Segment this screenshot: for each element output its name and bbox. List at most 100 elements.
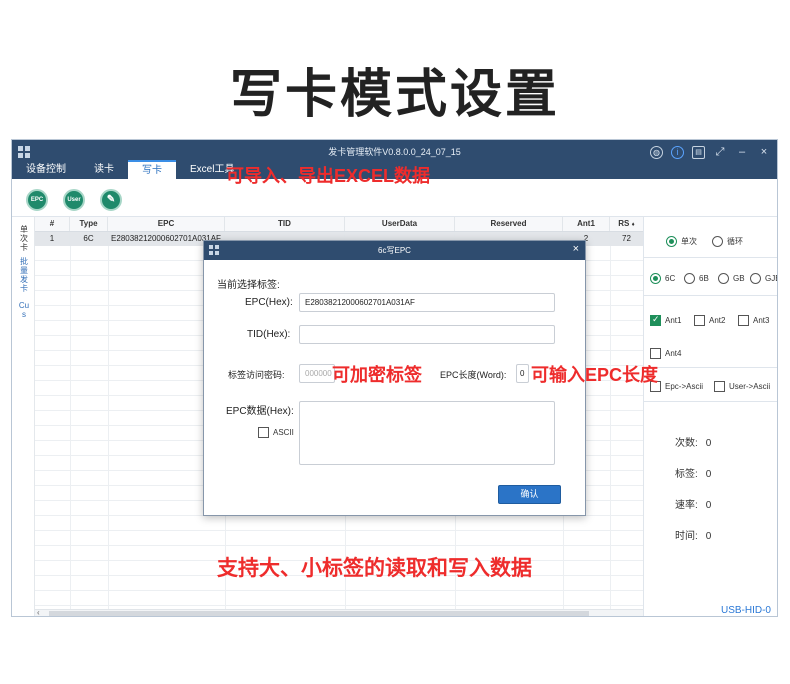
info-icon[interactable]: i	[671, 145, 684, 159]
ant1-label: Ant1	[665, 316, 682, 325]
protocol-6c-label: 6C	[665, 274, 676, 283]
col-userdata[interactable]: UserData	[345, 217, 455, 231]
stat-time-value: 0	[705, 531, 712, 542]
epc-data-textarea[interactable]	[299, 401, 555, 465]
stat-tags: 标签: 0	[675, 465, 711, 480]
protocol-6c[interactable]: 6C	[650, 273, 675, 284]
mode-loop-label: 循环	[727, 237, 743, 246]
tab-read-card[interactable]: 读卡	[80, 160, 128, 179]
col-epc[interactable]: EPC	[108, 217, 225, 231]
col-tid[interactable]: TID	[225, 217, 345, 231]
ant2-option[interactable]: Ant2	[694, 315, 725, 326]
document-icon[interactable]: ▤	[692, 145, 705, 159]
title-bar: 发卡管理软件V0.8.0.0_24_07_15 ◍ i ▤ ⤢ – × 设备控制…	[12, 140, 777, 186]
globe-icon[interactable]: ◍	[650, 145, 663, 159]
row-rs: 72	[622, 234, 631, 243]
stat-count-value: 0	[705, 438, 712, 449]
epc-ascii-label: Epc->Ascii	[665, 382, 704, 391]
epc-data-label: EPC数据(Hex):	[226, 406, 294, 417]
ant2-label: Ant2	[709, 316, 726, 325]
stat-count-label: 次数:	[675, 438, 698, 449]
ant4-option[interactable]: Ant4	[650, 348, 681, 359]
stat-tags-label: 标签:	[675, 469, 698, 480]
protocol-gb[interactable]: GB	[718, 273, 745, 284]
mode-loop[interactable]: 循环	[712, 236, 743, 247]
col-rs-label: RS	[618, 219, 630, 228]
right-panel: 单次 循环 6C 6B GB GJB Ant1 Ant2 Ant3 Ant4	[643, 217, 777, 616]
col-index[interactable]: #	[35, 217, 70, 231]
dialog-close-icon[interactable]: ×	[573, 243, 579, 255]
user-ascii-label: User->Ascii	[729, 382, 771, 391]
radio-loop[interactable]	[712, 236, 723, 247]
ant2-checkbox[interactable]	[694, 315, 705, 326]
pen-icon[interactable]: ✎	[100, 189, 122, 211]
tab-device-control[interactable]: 设备控制	[12, 160, 80, 179]
stat-rate-label: 速率:	[675, 500, 698, 511]
ascii-label: ASCII	[273, 428, 294, 437]
radio-6b[interactable]	[684, 273, 695, 284]
side-tab-single[interactable]: 单次卡	[18, 225, 30, 252]
side-tab-batch[interactable]: 批量发卡	[18, 257, 30, 293]
close-icon[interactable]: ×	[757, 145, 771, 159]
protocol-6b-label: 6B	[699, 274, 709, 283]
current-tag-label: 当前选择标签:	[217, 280, 280, 291]
stat-count: 次数: 0	[675, 434, 711, 449]
protocol-gb-label: GB	[733, 274, 745, 283]
annotation-encrypt: 可加密标签	[332, 365, 422, 385]
grid-vline	[70, 217, 71, 609]
stat-rate: 速率: 0	[675, 496, 711, 511]
grid-vline	[108, 217, 109, 609]
col-type[interactable]: Type	[70, 217, 108, 231]
tab-write-card[interactable]: 写卡	[128, 160, 176, 179]
epc-length-input[interactable]: 0	[516, 364, 529, 383]
ant3-checkbox[interactable]	[738, 315, 749, 326]
main-tabs: 设备控制 读卡 写卡 Excel工具	[12, 160, 248, 179]
horizontal-scrollbar[interactable]: ‹	[35, 608, 643, 616]
epc-length-label: EPC长度(Word):	[440, 370, 507, 380]
ant1-checkbox[interactable]	[650, 314, 661, 326]
radio-gb[interactable]	[718, 273, 729, 284]
col-rs[interactable]: RS ♦	[610, 217, 643, 231]
confirm-button[interactable]: 确认	[498, 485, 561, 504]
ant3-option[interactable]: Ant3	[738, 315, 769, 326]
user-ascii-option[interactable]: User->Ascii	[714, 381, 770, 392]
ant1-option[interactable]: Ant1	[650, 314, 682, 326]
radio-gjb[interactable]	[750, 273, 761, 284]
sort-indicator-icon: ♦	[631, 222, 635, 228]
app-window: 发卡管理软件V0.8.0.0_24_07_15 ◍ i ▤ ⤢ – × 设备控制…	[11, 139, 778, 617]
side-tab-cus[interactable]: Cus	[18, 301, 30, 319]
user-write-icon[interactable]: User	[63, 189, 85, 211]
dialog-title: 6c写EPC	[378, 246, 411, 255]
radio-6c[interactable]	[650, 273, 661, 284]
epc-write-icon[interactable]: EPC	[26, 189, 48, 211]
table-header: # Type EPC TID UserData Reserved Ant1 RS…	[35, 217, 643, 232]
divider	[644, 401, 777, 402]
stat-rate-value: 0	[705, 500, 712, 511]
minimize-icon[interactable]: –	[735, 145, 749, 159]
expand-icon[interactable]: ⤢	[713, 145, 727, 159]
col-ant1[interactable]: Ant1	[563, 217, 610, 231]
access-password-label: 标签访问密码:	[228, 370, 285, 380]
access-password-input[interactable]: 000000	[299, 364, 335, 383]
divider	[644, 257, 777, 258]
tid-hex-label: TID(Hex):	[247, 329, 291, 340]
connection-status: USB-HID-0	[720, 605, 771, 616]
user-ascii-checkbox[interactable]	[714, 381, 725, 392]
ant3-label: Ant3	[753, 316, 770, 325]
ant4-checkbox[interactable]	[650, 348, 661, 359]
scroll-left-icon[interactable]: ‹	[37, 608, 40, 616]
protocol-gjb[interactable]: GJB	[750, 273, 777, 284]
scrollbar-thumb[interactable]	[49, 611, 589, 616]
ascii-option[interactable]: ASCII	[258, 427, 294, 438]
ant4-label: Ant4	[665, 349, 682, 358]
divider	[644, 295, 777, 296]
protocol-6b[interactable]: 6B	[684, 273, 709, 284]
toolbar: EPC User ✎	[12, 179, 777, 217]
radio-single[interactable]	[666, 236, 677, 247]
epc-hex-input[interactable]: E28038212000602701A031AF	[299, 293, 555, 312]
ascii-checkbox[interactable]	[258, 427, 269, 438]
mode-single[interactable]: 单次	[666, 236, 697, 247]
mode-single-label: 单次	[681, 237, 697, 246]
tid-hex-input[interactable]	[299, 325, 555, 344]
col-reserved[interactable]: Reserved	[455, 217, 563, 231]
